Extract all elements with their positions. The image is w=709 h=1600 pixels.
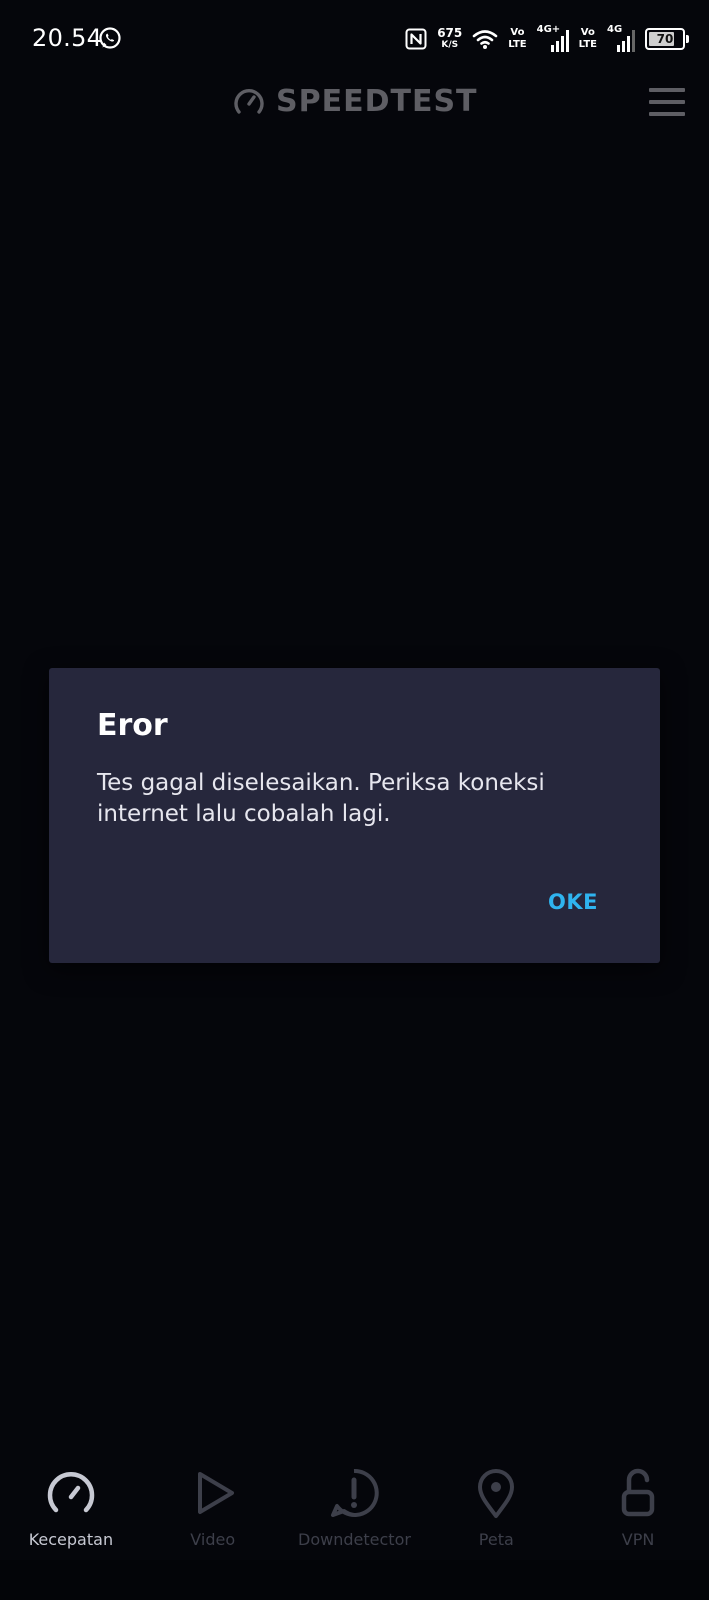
sim2-network-type: 4G xyxy=(607,24,623,35)
sim2-volte: Vo LTE xyxy=(578,27,597,50)
app-name: SPEEDTEST xyxy=(276,84,478,119)
sim1-network-type: 4G+ xyxy=(536,24,561,35)
nav-label-vpn: VPN xyxy=(621,1530,655,1549)
wifi-icon xyxy=(472,30,498,49)
app-header: SPEEDTEST xyxy=(0,80,709,150)
sim1-signal-icon: 4G+ xyxy=(536,24,569,52)
nfc-icon xyxy=(405,28,427,50)
speedometer-logo-icon xyxy=(234,88,264,114)
error-dialog: Eror Tes gagal diselesaikan. Periksa kon… xyxy=(49,668,660,963)
sim1-volte: Vo LTE xyxy=(508,27,527,50)
speedtest-screen: 20.54 675 K/S Vo LTE 4G+ Vo LTE 4G 70 SP… xyxy=(0,0,709,1600)
net-speed-indicator: 675 K/S xyxy=(437,27,462,51)
speedometer-icon xyxy=(47,1472,95,1513)
bottom-nav: Kecepatan Video Downdetector Peta VPN xyxy=(0,1450,709,1560)
dialog-title: Eror xyxy=(97,708,168,743)
nav-item-video[interactable]: Video xyxy=(142,1450,284,1560)
nav-item-vpn[interactable]: VPN xyxy=(567,1450,709,1560)
alert-bubble-icon xyxy=(331,1468,380,1517)
unlock-icon xyxy=(621,1468,655,1517)
hamburger-menu-icon[interactable] xyxy=(649,88,685,116)
play-icon xyxy=(197,1472,234,1514)
speedtest-logo: SPEEDTEST xyxy=(232,84,478,119)
net-speed-unit: K/S xyxy=(441,40,459,50)
nav-label-kecepatan: Kecepatan xyxy=(28,1530,114,1549)
dialog-message: Tes gagal diselesaikan. Periksa koneksi … xyxy=(97,770,545,827)
status-bar: 20.54 675 K/S Vo LTE 4G+ Vo LTE 4G 70 xyxy=(0,0,709,80)
nav-item-kecepatan[interactable]: Kecepatan xyxy=(0,1450,142,1560)
battery-icon: 70 xyxy=(645,28,685,50)
nav-label-downdetector: Downdetector xyxy=(298,1530,411,1549)
status-icons: 675 K/S Vo LTE 4G+ Vo LTE 4G 70 xyxy=(405,22,689,56)
nav-item-peta[interactable]: Peta xyxy=(425,1450,567,1560)
status-time: 20.54 xyxy=(32,24,103,52)
nav-label-peta: Peta xyxy=(478,1530,514,1549)
sim2-signal-icon: 4G xyxy=(607,24,635,52)
system-gesture-area xyxy=(0,1560,709,1600)
nav-label-video: Video xyxy=(190,1530,236,1549)
battery-level: 70 xyxy=(656,32,674,46)
whatsapp-icon xyxy=(99,27,121,49)
net-speed-value: 675 xyxy=(437,26,463,40)
ok-button[interactable]: OKE xyxy=(548,890,598,914)
map-pin-icon xyxy=(478,1469,515,1518)
nav-item-downdetector[interactable]: Downdetector xyxy=(284,1450,426,1560)
